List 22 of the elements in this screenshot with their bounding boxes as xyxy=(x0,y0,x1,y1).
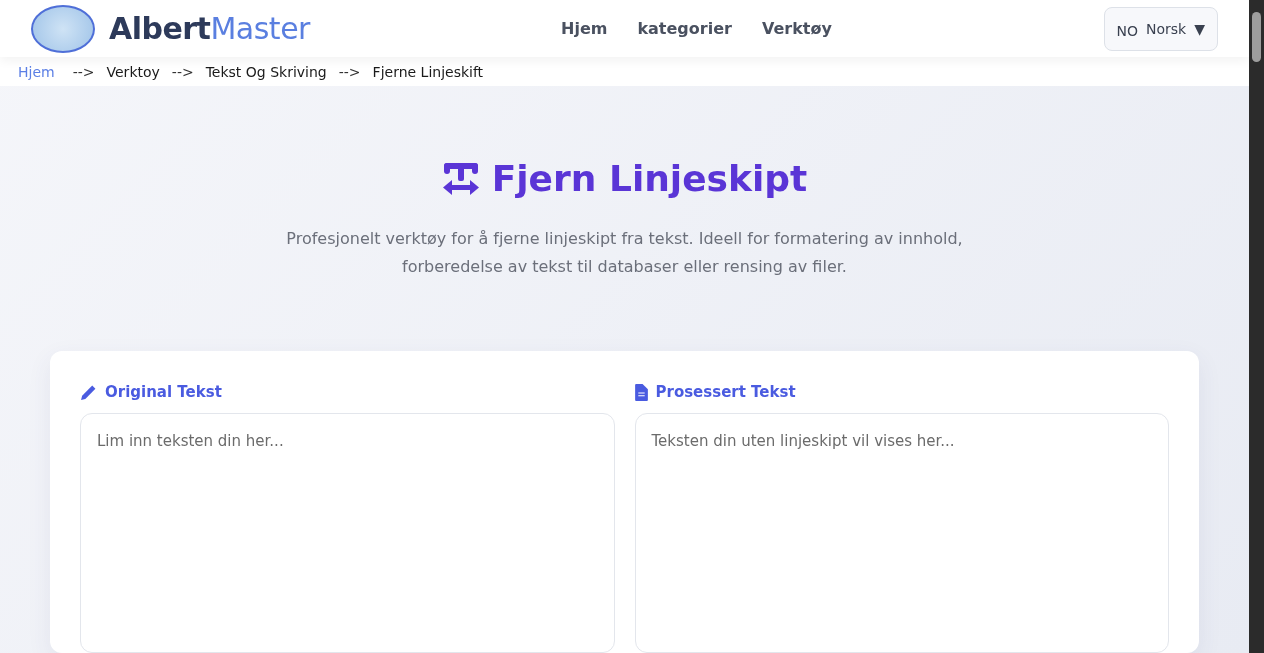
nav-link[interactable]: Hjem xyxy=(561,19,608,39)
breadcrumb-item: Tekst Og Skriving xyxy=(205,63,327,80)
logo-text[interactable]: AlbertMaster xyxy=(109,11,310,47)
panel-label: Original Tekst xyxy=(105,383,222,401)
output-field[interactable]: Teksten din uten linjeskipt vil vises her... xyxy=(634,413,1169,653)
page-description: Profesjonelt verktøy for å fjerne linjeskipt fra tekst. Ideell for formatering av innhold, forberedelse av tekst til databaser eller rensing av filer. xyxy=(285,228,964,278)
language-button[interactable]: NO Norsk ▼ xyxy=(1103,6,1218,51)
scrollbar[interactable] xyxy=(1249,0,1264,653)
nav-link[interactable]: kategorier xyxy=(637,19,732,39)
nav-link[interactable]: Verktøy xyxy=(761,19,832,39)
breadcrumb-item: Fjerne Linjeskift xyxy=(372,63,484,80)
breadcrumb-separator: --> xyxy=(338,63,361,80)
breadcrumb-link[interactable]: Hjem xyxy=(18,63,55,80)
text-width-icon xyxy=(441,160,480,197)
input-field[interactable]: Lim inn teksten din her... xyxy=(80,413,615,653)
breadcrumb-item: Verktoy xyxy=(106,63,160,80)
panel-label: Prosessert Tekst xyxy=(655,383,796,401)
breadcrumb-separator: --> xyxy=(72,63,95,80)
pencil-icon xyxy=(80,383,97,401)
document-icon xyxy=(634,383,648,401)
breadcrumb-separator: --> xyxy=(171,63,194,80)
page-title: Fjern Linjeskipt xyxy=(491,158,808,199)
